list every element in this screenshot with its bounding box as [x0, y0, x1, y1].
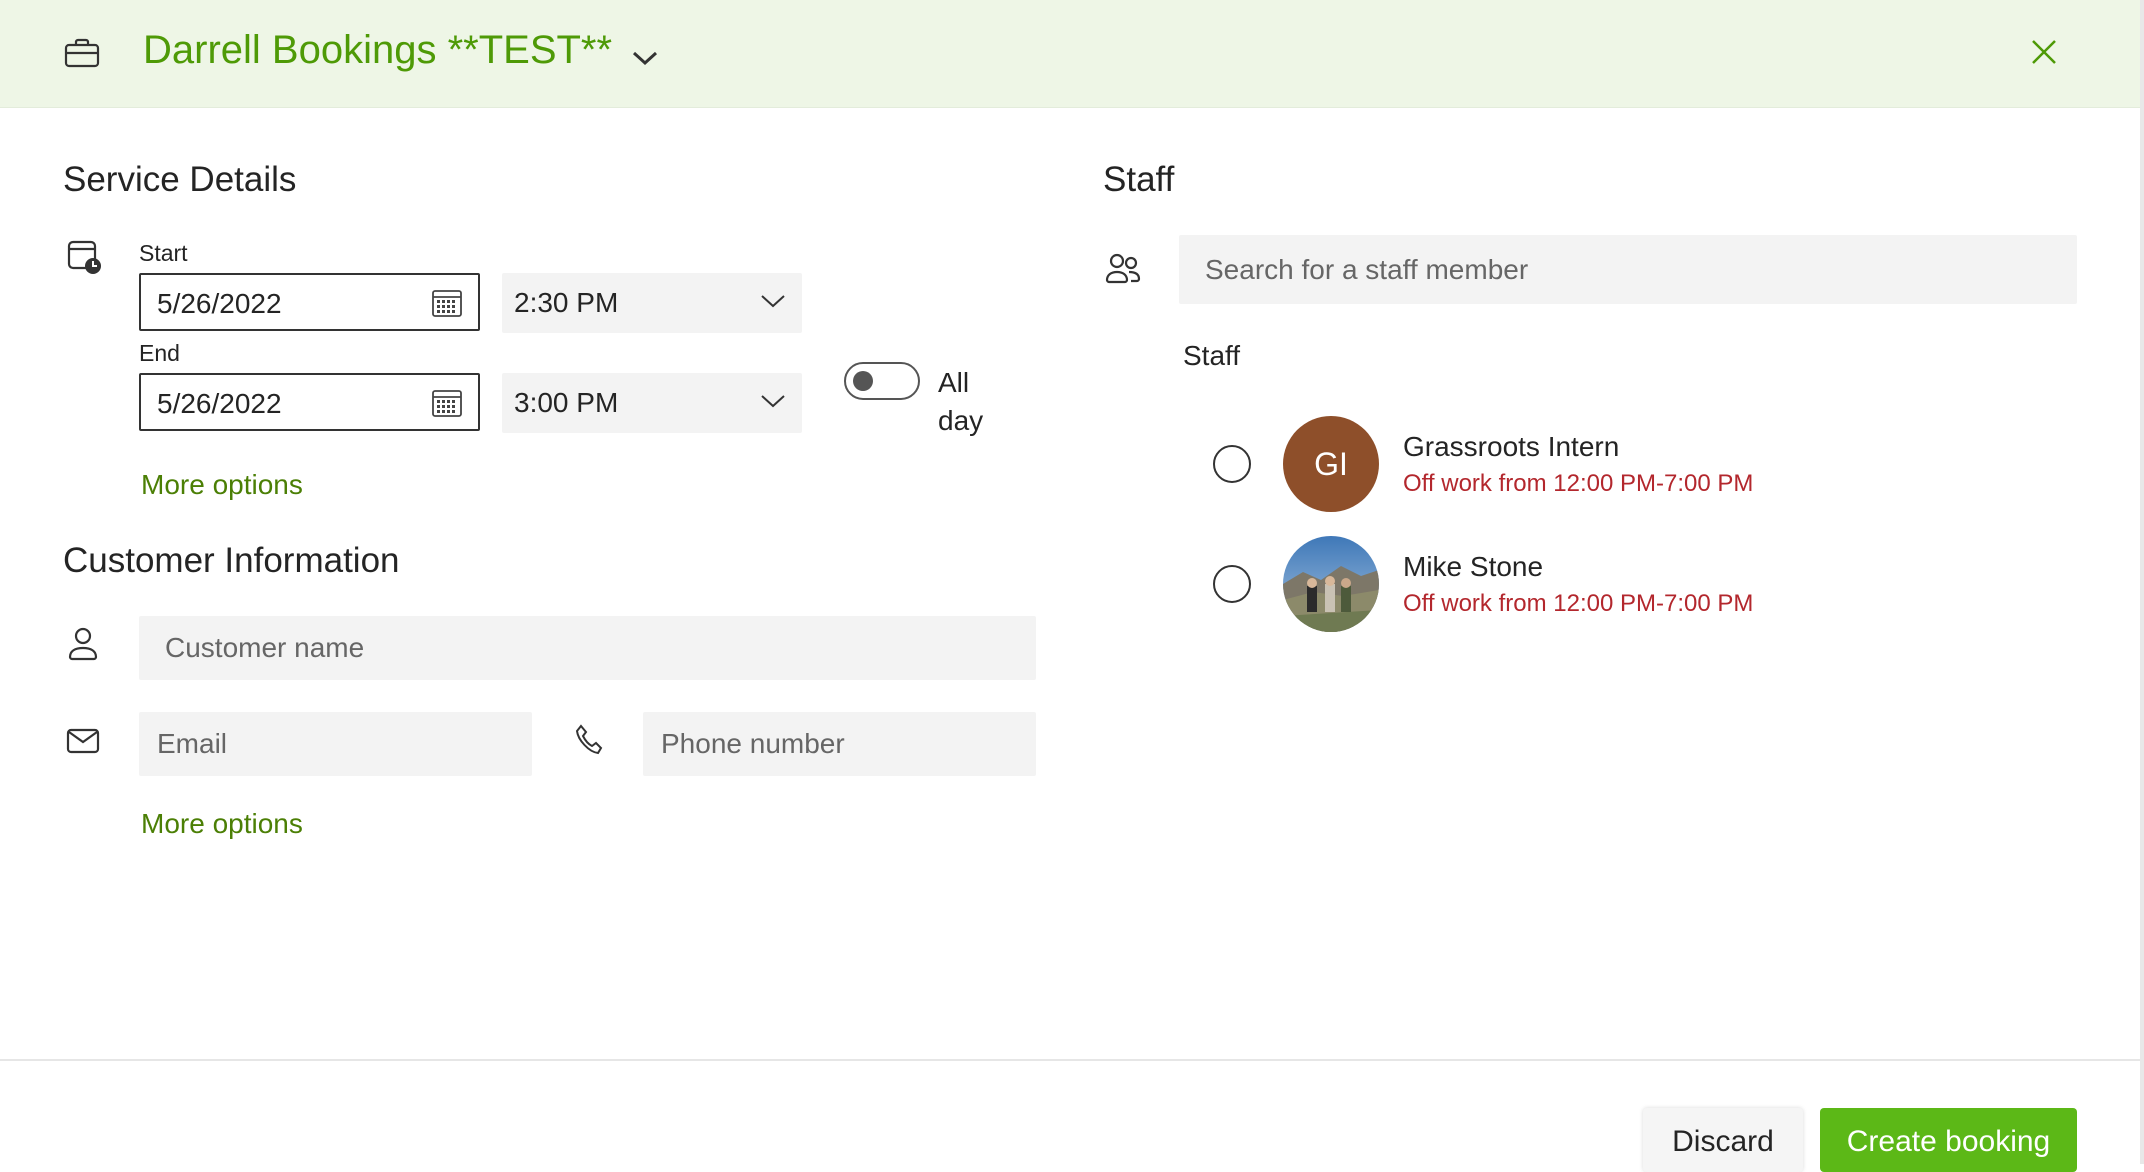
staff-status: Off work from 12:00 PM-7:00 PM [1403, 470, 1754, 497]
phone-icon [573, 724, 603, 756]
chevron-down-icon [760, 393, 786, 409]
start-time-select[interactable]: 2:30 PM [502, 273, 802, 333]
email-placeholder: Email [157, 728, 228, 759]
start-date-field[interactable]: 5/26/2022 [139, 273, 480, 331]
staff-name: Mike Stone [1403, 551, 1544, 582]
avatar-initials: GI [1314, 446, 1348, 482]
staff-name: Grassroots Intern [1403, 431, 1620, 462]
end-date-value: 5/26/2022 [157, 388, 282, 419]
avatar [1283, 536, 1379, 632]
all-day-label-line1: All [938, 367, 970, 398]
email-input[interactable]: Email [139, 712, 532, 776]
radio-button[interactable] [1213, 445, 1251, 483]
calendar-icon[interactable] [432, 289, 462, 317]
all-day-toggle[interactable] [844, 362, 920, 400]
customer-more-options-link[interactable]: More options [141, 808, 303, 840]
footer-divider [0, 1059, 2140, 1061]
service-more-options-link[interactable]: More options [141, 469, 303, 501]
staff-radio[interactable] [1213, 445, 1251, 483]
staff-search-placeholder: Search for a staff member [1205, 254, 1529, 285]
chevron-down-icon [760, 293, 786, 309]
calendar-icon[interactable] [432, 389, 462, 417]
toggle-knob [853, 371, 873, 391]
people-icon [1105, 252, 1141, 286]
phone-placeholder: Phone number [661, 728, 845, 759]
discard-button[interactable]: Discard [1643, 1108, 1803, 1172]
briefcase-icon [64, 38, 100, 68]
start-label: Start [139, 240, 188, 266]
end-time-select[interactable]: 3:00 PM [502, 373, 802, 433]
business-title[interactable]: Darrell Bookings **TEST** [143, 28, 612, 73]
staff-radio[interactable] [1213, 565, 1251, 603]
scrollbar-edge [2140, 0, 2144, 1164]
calendar-clock-icon [67, 240, 103, 276]
person-icon [68, 627, 98, 661]
end-time-value: 3:00 PM [514, 387, 619, 418]
customer-name-placeholder: Customer name [165, 632, 365, 663]
create-booking-button[interactable]: Create booking [1820, 1108, 2077, 1172]
avatar: GI [1283, 416, 1379, 512]
staff-status: Off work from 12:00 PM-7:00 PM [1403, 590, 1754, 617]
customer-name-input[interactable]: Customer name [139, 616, 1036, 680]
start-date-value: 5/26/2022 [157, 288, 282, 319]
all-day-label-line2: day [938, 405, 984, 436]
radio-button[interactable] [1213, 565, 1251, 603]
close-icon[interactable] [2030, 38, 2058, 66]
staff-search-input[interactable]: Search for a staff member [1179, 235, 2077, 304]
staff-list-label: Staff [1183, 340, 1241, 371]
mail-icon [66, 728, 100, 754]
chevron-down-icon[interactable] [632, 50, 658, 66]
all-day-label: All day [938, 364, 983, 440]
customer-information-title: Customer Information [63, 541, 400, 580]
end-date-field[interactable]: 5/26/2022 [139, 373, 480, 431]
start-time-value: 2:30 PM [514, 287, 619, 318]
phone-input[interactable]: Phone number [643, 712, 1036, 776]
staff-title: Staff [1103, 160, 1175, 199]
avatar-photo [1283, 536, 1379, 632]
end-label: End [139, 340, 180, 366]
service-details-title: Service Details [63, 160, 297, 199]
